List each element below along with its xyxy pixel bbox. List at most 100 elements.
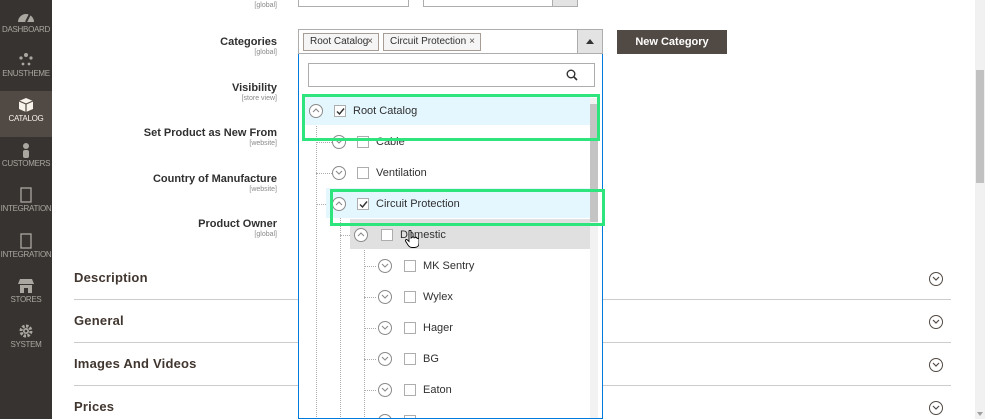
customers-icon xyxy=(23,143,29,158)
tree-checkbox[interactable] xyxy=(404,322,416,334)
collapse-icon[interactable] xyxy=(309,104,323,118)
tree-item-mk-sentry[interactable]: MK Sentry xyxy=(374,250,590,280)
collapse-icon[interactable] xyxy=(332,197,346,211)
admin-sidebar: DASHBOARD ENUSTHEME CATALOG CUSTOMERS IN… xyxy=(0,0,52,419)
sidebar-label: ENUSTHEME xyxy=(2,69,50,78)
sidebar-item-catalog[interactable]: CATALOG xyxy=(0,91,52,137)
sidebar-item-integration-2[interactable]: INTEGRATION xyxy=(0,227,52,273)
categories-multiselect[interactable]: Root Catalog × Circuit Protection × xyxy=(298,29,603,54)
chip-label: Root Catalog xyxy=(310,36,369,47)
sidebar-label: SYSTEM xyxy=(10,340,42,349)
top-select-input[interactable] xyxy=(423,0,578,7)
tree-checkbox[interactable] xyxy=(334,105,346,117)
search-icon xyxy=(566,69,578,81)
system-gear-icon xyxy=(19,324,33,338)
integration-icon xyxy=(20,233,32,249)
enustheme-icon xyxy=(19,53,33,66)
integration-icon xyxy=(20,187,32,203)
tree-label: Hager xyxy=(423,322,453,334)
expand-icon[interactable] xyxy=(378,321,392,335)
tree-item-root-catalog[interactable]: Root Catalog xyxy=(302,95,590,125)
tree-checkbox[interactable] xyxy=(404,415,416,418)
sidebar-item-dashboard[interactable]: DASHBOARD xyxy=(0,2,52,48)
top-text-input[interactable] xyxy=(298,0,409,7)
tree-checkbox[interactable] xyxy=(357,167,369,179)
expand-icon[interactable] xyxy=(378,352,392,366)
tree-checkbox[interactable] xyxy=(404,291,416,303)
sidebar-item-stores[interactable]: STORES xyxy=(0,272,52,318)
tree-connector xyxy=(340,214,341,418)
tree-label: Circuit Protection xyxy=(376,198,460,210)
page-scrollbar-thumb[interactable] xyxy=(976,70,984,183)
tree-checkbox[interactable] xyxy=(404,384,416,396)
tree-item-domestic[interactable]: Domestic xyxy=(350,219,590,249)
country-scope: [website] xyxy=(249,186,277,193)
visibility-scope: [store view] xyxy=(241,95,277,102)
section-title: Images And Videos xyxy=(74,356,197,371)
tree-item-wylex[interactable]: Wylex xyxy=(374,281,590,311)
owner-label: Product Owner xyxy=(198,218,277,230)
expand-icon[interactable] xyxy=(378,383,392,397)
chip-remove-icon[interactable]: × xyxy=(367,34,373,50)
section-title: General xyxy=(74,313,124,328)
sidebar-label: CUSTOMERS xyxy=(1,159,51,168)
tree-item-hager[interactable]: Hager xyxy=(374,312,590,342)
sidebar-label: INTEGRATION xyxy=(0,204,52,213)
section-title: Prices xyxy=(74,399,115,414)
chevron-down-icon[interactable] xyxy=(929,315,943,329)
tree-connector xyxy=(364,244,365,418)
expand-icon[interactable] xyxy=(378,414,392,418)
categories-label: Categories xyxy=(220,36,277,48)
tree-item-eaton[interactable]: Eaton xyxy=(374,374,590,404)
tree-checkbox[interactable] xyxy=(357,198,369,210)
sidebar-item-enustheme[interactable]: ENUSTHEME xyxy=(0,46,52,92)
country-label: Country of Manufacture xyxy=(152,173,277,185)
tree-item-ventilation[interactable]: Ventilation xyxy=(326,157,590,187)
chevron-down-icon[interactable] xyxy=(929,401,943,415)
tree-scrollbar[interactable] xyxy=(590,98,598,418)
chip-label: Circuit Protection xyxy=(390,36,467,47)
tree-scrollbar-thumb[interactable] xyxy=(590,104,598,222)
expand-icon[interactable] xyxy=(332,135,346,149)
tree-label: Eaton xyxy=(423,384,452,396)
tree-item-cable[interactable]: Cable xyxy=(326,126,590,156)
tree-item-circuit-protection[interactable]: Circuit Protection xyxy=(326,188,590,218)
sidebar-item-integration[interactable]: INTEGRATION xyxy=(0,181,52,227)
sidebar-item-customers[interactable]: CUSTOMERS xyxy=(0,136,52,182)
expand-icon[interactable] xyxy=(378,259,392,273)
tree-label: BG xyxy=(423,353,439,365)
tree-item-bg[interactable]: BG xyxy=(374,343,590,373)
section-title: Description xyxy=(74,270,148,285)
sidebar-label: INTEGRATION xyxy=(0,250,52,259)
tree-checkbox[interactable] xyxy=(404,260,416,272)
set-new-from-scope: [website] xyxy=(249,140,277,147)
catalog-box-icon xyxy=(18,98,34,112)
sidebar-item-system[interactable]: SYSTEM xyxy=(0,317,52,363)
tree-checkbox[interactable] xyxy=(404,353,416,365)
chip-remove-icon[interactable]: × xyxy=(469,34,475,50)
tree-label: Ventilation xyxy=(376,167,427,179)
sidebar-label: STORES xyxy=(10,295,42,304)
tree-label: Cable xyxy=(376,136,405,148)
visibility-label: Visibility xyxy=(231,82,277,94)
chevron-down-icon[interactable] xyxy=(929,358,943,372)
owner-scope: [global] xyxy=(254,231,277,238)
expand-icon[interactable] xyxy=(332,166,346,180)
collapse-icon[interactable] xyxy=(354,228,368,242)
page-scrollbar[interactable] xyxy=(975,0,985,419)
tree-connector xyxy=(316,124,317,418)
chevron-down-icon[interactable] xyxy=(929,272,943,286)
dropdown-toggle[interactable] xyxy=(577,30,602,53)
tree-checkbox[interactable] xyxy=(357,136,369,148)
scroll-down-arrow-icon[interactable] xyxy=(975,409,985,419)
set-new-from-label: Set Product as New From xyxy=(143,127,277,139)
top-select-toggle[interactable] xyxy=(552,0,577,6)
tree-item-partial[interactable] xyxy=(374,405,590,418)
sidebar-label: DASHBOARD xyxy=(2,25,50,34)
tree-checkbox[interactable] xyxy=(381,229,393,241)
caret-up-icon xyxy=(586,39,594,44)
expand-icon[interactable] xyxy=(378,290,392,304)
category-search-input[interactable] xyxy=(308,63,595,87)
new-category-button[interactable]: New Category xyxy=(617,30,727,54)
tree-label: MK Sentry xyxy=(423,260,475,272)
